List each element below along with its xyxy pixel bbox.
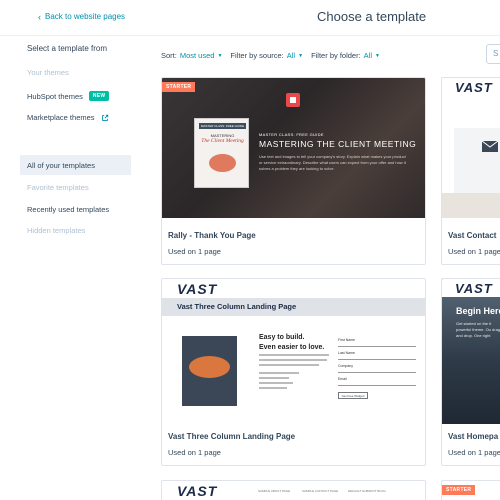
book-subtitle: The Client Meeting <box>201 138 244 144</box>
book-emblem <box>189 356 230 378</box>
preview-subheading: Even easier to love. <box>259 344 325 351</box>
caret-down-icon: ▼ <box>217 52 223 59</box>
sort-value: Most used <box>179 51 215 60</box>
vast-logo: VAST <box>455 80 493 95</box>
page-title: Choose a template <box>317 9 427 24</box>
sidebar-item-all-templates[interactable]: All of your templates <box>27 161 95 170</box>
template-picker: ‹ Back to website pages Choose a templat… <box>0 0 500 500</box>
preview-form: First Name Last Name Company Email Get F… <box>338 334 416 399</box>
back-link-label: Back to website pages <box>45 12 126 21</box>
template-preview: MASTER CLASS: FREE GUIDE MASTERING The C… <box>162 78 425 218</box>
template-title: Vast Contact <box>448 231 497 240</box>
form-field <box>338 381 416 386</box>
sort-filter: Sort: Most used ▼ <box>161 51 222 60</box>
folder-dropdown[interactable]: All ▼ <box>364 51 380 60</box>
back-to-website-pages-link[interactable]: ‹ Back to website pages <box>38 12 125 21</box>
external-link-icon <box>101 114 108 121</box>
template-title: Rally - Thank You Page <box>168 231 256 240</box>
source-label: Filter by source: <box>230 51 284 60</box>
sidebar-heading: Select a template from <box>27 44 108 53</box>
folder-value: All <box>363 51 373 60</box>
filter-bar: Sort: Most used ▼ Filter by source: All … <box>161 51 388 60</box>
hero-title: Begin Here <box>456 306 500 316</box>
chevron-left-icon: ‹ <box>38 11 41 22</box>
handshake-illustration <box>209 154 236 172</box>
template-card-rally[interactable]: MASTER CLASS: FREE GUIDE MASTERING The C… <box>161 77 426 265</box>
vast-logo: VAST <box>455 281 493 296</box>
template-card-starter-corner[interactable]: STARTER <box>441 480 500 500</box>
sidebar-item-label: HubSpot themes <box>27 91 83 101</box>
template-usage: Used on 1 page <box>168 448 221 457</box>
sidebar-item-label: Marketplace themes <box>27 113 95 122</box>
preview-book-cover: MASTER CLASS: FREE GUIDE MASTERING The C… <box>194 118 249 188</box>
starter-badge: STARTER <box>442 485 476 495</box>
template-card-vast-bottom[interactable]: VAST SAMPLE ABOUT PAGE SAMPLE CONTACT PA… <box>161 480 426 500</box>
hero-body: Get started on the fr powerful theme. Ou… <box>456 321 500 338</box>
envelope-icon <box>482 141 498 152</box>
source-dropdown[interactable]: All ▼ <box>287 51 303 60</box>
sort-label: Sort: <box>161 51 177 60</box>
sidebar-item-label: Hidden templates <box>27 226 86 235</box>
starter-badge: STARTER <box>162 82 196 92</box>
template-title: Vast Three Column Landing Page <box>168 432 296 441</box>
template-card-vast-contact[interactable]: VAST Vast Contact Used on 1 page <box>441 77 500 265</box>
template-usage: Used on 1 page <box>448 448 500 457</box>
book-header: MASTER CLASS: FREE GUIDE <box>199 123 246 129</box>
template-preview: VAST Begin Here Get started on the fr po… <box>442 279 500 424</box>
source-value: All <box>286 51 296 60</box>
header: ‹ Back to website pages Choose a templat… <box>0 0 500 36</box>
template-usage: Used on 1 page <box>448 247 500 256</box>
preview-book <box>182 336 237 406</box>
new-badge: NEW <box>88 91 110 101</box>
sort-dropdown[interactable]: Most used ▼ <box>180 51 223 60</box>
form-field <box>338 342 416 347</box>
search-input[interactable]: S <box>486 44 500 64</box>
preview-nav-item: SAMPLE ABOUT PAGE <box>258 489 291 493</box>
template-usage: Used on 1 page <box>168 247 221 256</box>
sidebar-item-marketplace-themes[interactable]: Marketplace themes <box>27 113 109 122</box>
vast-logo: VAST <box>177 483 218 499</box>
sidebar-item-your-themes[interactable]: Your themes <box>27 68 69 77</box>
sidebar-item-recently-used[interactable]: Recently used templates <box>27 205 109 214</box>
form-field <box>338 355 416 360</box>
preview-headline: MASTERING THE CLIENT MEETING <box>259 139 417 149</box>
sidebar-item-hubspot-themes[interactable]: HubSpot themes NEW <box>27 91 110 101</box>
preview-body: Use text and images to tell your company… <box>259 154 406 171</box>
preview-text-lines <box>259 354 334 389</box>
sidebar-item-label: Recently used templates <box>27 205 110 214</box>
preview-nav-item: SAMPLE CONTACT PAGE <box>302 489 339 493</box>
sidebar: Select a template from Your themes HubSp… <box>0 36 140 500</box>
folder-filter: Filter by folder: All ▼ <box>311 51 380 60</box>
folder-label: Filter by folder: <box>311 51 361 60</box>
preview-footer <box>442 193 500 218</box>
sidebar-item-favorite-templates[interactable]: Favorite templates <box>27 183 89 192</box>
template-preview: VAST <box>442 78 500 218</box>
vast-logo: VAST <box>177 281 218 297</box>
form-field <box>338 368 416 373</box>
source-filter: Filter by source: All ▼ <box>230 51 303 60</box>
template-card-vast-homepage[interactable]: VAST Begin Here Get started on the fr po… <box>441 278 500 466</box>
preview-kicker: MASTER CLASS: FREE GUIDE <box>259 132 324 137</box>
preview-nav-item: DEFAULT HUBSPOT BLOG <box>348 489 386 493</box>
preview-copy: Easy to build. Even easier to love. <box>259 334 334 389</box>
preview-banner-title: Vast Three Column Landing Page <box>177 302 297 311</box>
sidebar-item-label: Your themes <box>27 68 69 77</box>
caret-down-icon: ▼ <box>375 52 380 59</box>
template-title: Vast Homepa <box>448 432 499 441</box>
form-submit: Get Free Widget! <box>338 392 368 399</box>
template-preview: VAST SAMPLE ABOUT PAGE SAMPLE CONTACT PA… <box>162 481 425 500</box>
rally-logo-icon <box>286 93 300 107</box>
sidebar-item-label: Favorite templates <box>27 183 89 192</box>
caret-down-icon: ▼ <box>298 52 304 59</box>
template-preview: VAST Vast Three Column Landing Page Easy… <box>162 279 425 424</box>
preview-heading: Easy to build. <box>259 334 305 341</box>
sidebar-item-hidden-templates[interactable]: Hidden templates <box>27 226 85 235</box>
template-card-vast-three-column[interactable]: VAST Vast Three Column Landing Page Easy… <box>161 278 426 466</box>
